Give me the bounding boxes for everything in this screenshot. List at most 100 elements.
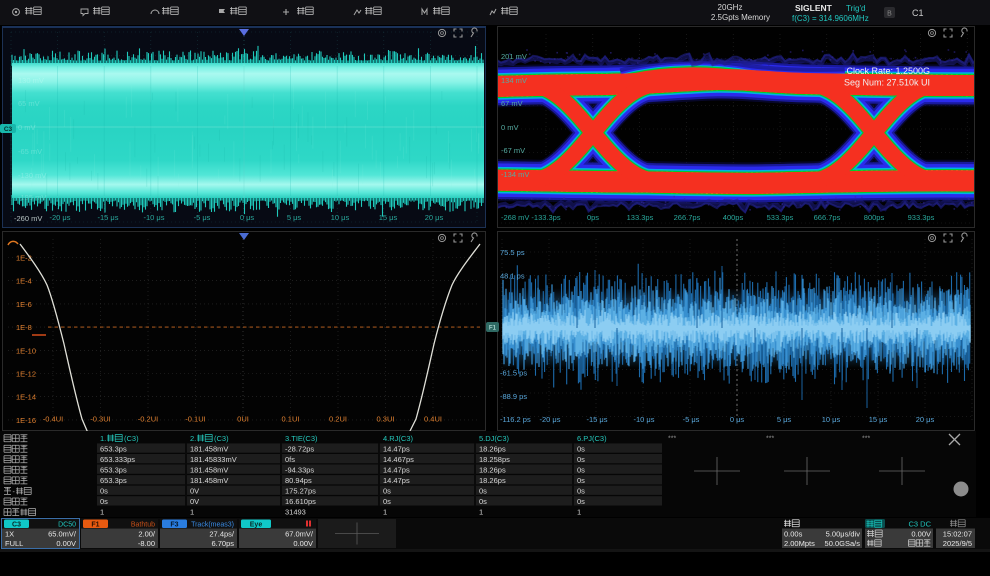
svg-text:3.TIE(C3): 3.TIE(C3) (285, 434, 318, 443)
svg-text:0 μs: 0 μs (240, 213, 255, 222)
svg-text:181.458mV: 181.458mV (190, 465, 228, 474)
svg-text:0ps: 0ps (587, 213, 599, 222)
svg-text:14.47ps: 14.47ps (383, 476, 410, 485)
svg-text:-10 μs: -10 μs (634, 415, 655, 424)
svg-text:-195 mV: -195 mV (18, 193, 46, 202)
svg-text:F1: F1 (91, 522, 99, 529)
svg-text:2.5Gpts Memory: 2.5Gpts Memory (711, 13, 770, 22)
svg-text:653.333ps: 653.333ps (100, 455, 135, 464)
svg-text:2.00Mpts: 2.00Mpts (784, 539, 815, 548)
svg-text:18.258ps: 18.258ps (479, 455, 510, 464)
svg-text:6.70ps: 6.70ps (211, 539, 234, 548)
svg-text:6.PJ(C3): 6.PJ(C3) (577, 434, 607, 443)
svg-text:Clock Rate: 1.2500G: Clock Rate: 1.2500G (846, 66, 930, 76)
svg-text:1E-10: 1E-10 (16, 346, 36, 355)
svg-text:0s: 0s (577, 497, 585, 506)
svg-text:10 μs: 10 μs (331, 213, 350, 222)
svg-text:B: B (887, 11, 892, 18)
svg-text:-133.3ps: -133.3ps (531, 213, 560, 222)
svg-text:1E-12: 1E-12 (16, 370, 36, 379)
svg-text:0 mV: 0 mV (501, 123, 519, 132)
svg-text:(C3): (C3) (214, 434, 229, 443)
svg-text:0s: 0s (577, 476, 585, 485)
svg-text:-130 mV: -130 mV (18, 171, 46, 180)
svg-text:653.3ps: 653.3ps (100, 476, 127, 485)
svg-text:-61.5 ps: -61.5 ps (500, 369, 527, 378)
svg-text:653.3ps: 653.3ps (100, 444, 127, 453)
svg-text:-67 mV: -67 mV (501, 146, 525, 155)
svg-text:0 μs: 0 μs (730, 415, 745, 424)
svg-text:1.: 1. (100, 434, 106, 443)
svg-text:31493: 31493 (285, 508, 306, 517)
svg-text:1: 1 (100, 508, 104, 517)
svg-text:1: 1 (577, 508, 581, 517)
svg-text:0V: 0V (190, 497, 199, 506)
svg-text:-20 μs: -20 μs (50, 213, 71, 222)
svg-text:27.4ps/: 27.4ps/ (209, 530, 235, 539)
svg-text:18.26ps: 18.26ps (479, 444, 506, 453)
svg-text:0s: 0s (577, 465, 585, 474)
svg-text:0.4UI: 0.4UI (424, 415, 442, 424)
svg-text:0s: 0s (100, 497, 108, 506)
svg-text:-5 μs: -5 μs (683, 415, 700, 424)
svg-text:20 μs: 20 μs (916, 415, 935, 424)
svg-text:2.: 2. (190, 434, 196, 443)
svg-text:0.2UI: 0.2UI (329, 415, 347, 424)
svg-text:-260 mV: -260 mV (14, 214, 42, 223)
svg-text:F3: F3 (170, 522, 178, 529)
svg-text:-8.00: -8.00 (138, 539, 155, 548)
svg-text:1E-8: 1E-8 (16, 323, 32, 332)
svg-text:0.3UI: 0.3UI (377, 415, 395, 424)
svg-text:130 mV: 130 mV (18, 76, 44, 85)
svg-text:Track(meas3): Track(meas3) (191, 522, 234, 529)
svg-text:18.26ps: 18.26ps (479, 476, 506, 485)
svg-text:1E-16: 1E-16 (16, 416, 36, 425)
svg-text:0 mV: 0 mV (18, 123, 36, 132)
svg-text:201 mV: 201 mV (501, 52, 527, 61)
svg-text:-65 mV: -65 mV (18, 147, 42, 156)
svg-text:4.RJ(C3): 4.RJ(C3) (383, 434, 414, 443)
svg-text:20 μs: 20 μs (425, 213, 444, 222)
svg-text:5.DJ(C3): 5.DJ(C3) (479, 434, 510, 443)
svg-text:67 mV: 67 mV (501, 99, 523, 108)
svg-text:0s: 0s (383, 487, 391, 496)
svg-text:0s: 0s (577, 487, 585, 496)
svg-text:0s: 0s (383, 497, 391, 506)
svg-text:0s: 0s (577, 444, 585, 453)
svg-text:16.610ps: 16.610ps (285, 497, 316, 506)
svg-text:C1: C1 (912, 8, 924, 18)
svg-text:-0.1UI: -0.1UI (185, 415, 205, 424)
svg-text:***: *** (862, 436, 870, 443)
svg-text:-0.4UI: -0.4UI (43, 415, 63, 424)
svg-text:F1: F1 (489, 326, 497, 332)
svg-text:-15 μs: -15 μs (587, 415, 608, 424)
svg-text:-0.2UI: -0.2UI (138, 415, 158, 424)
svg-text:533.3ps: 533.3ps (767, 213, 794, 222)
svg-text:-5 μs: -5 μs (194, 213, 211, 222)
svg-text:15:02:07: 15:02:07 (943, 530, 972, 539)
svg-text:65 mV: 65 mV (18, 99, 40, 108)
svg-text:134 mV: 134 mV (501, 76, 527, 85)
svg-text:-88.9 ps: -88.9 ps (500, 392, 527, 401)
svg-text:1: 1 (383, 508, 387, 517)
svg-text:0.00s: 0.00s (784, 530, 803, 539)
svg-text:(C3): (C3) (124, 434, 139, 443)
svg-text:48.1 ps: 48.1 ps (500, 272, 525, 281)
svg-text:14.467ps: 14.467ps (383, 455, 414, 464)
svg-text:18.26ps: 18.26ps (479, 465, 506, 474)
svg-text:0V: 0V (190, 487, 199, 496)
svg-text:Eye: Eye (250, 522, 263, 529)
svg-text:1E-6: 1E-6 (16, 300, 32, 309)
svg-text:15 μs: 15 μs (869, 415, 888, 424)
svg-text:***: *** (668, 436, 676, 443)
svg-text:65.0mV/: 65.0mV/ (48, 530, 77, 539)
svg-text:Trig'd: Trig'd (846, 4, 865, 13)
svg-text:80.94ps: 80.94ps (285, 476, 312, 485)
svg-text:0s: 0s (100, 487, 108, 496)
svg-text:-94.33ps: -94.33ps (285, 465, 314, 474)
svg-text:C3 DC: C3 DC (908, 520, 931, 529)
svg-text:15 μs: 15 μs (379, 213, 398, 222)
svg-text:***: *** (766, 436, 774, 443)
svg-text:-116.2 ps: -116.2 ps (500, 415, 531, 424)
svg-text:0.1UI: 0.1UI (282, 415, 300, 424)
